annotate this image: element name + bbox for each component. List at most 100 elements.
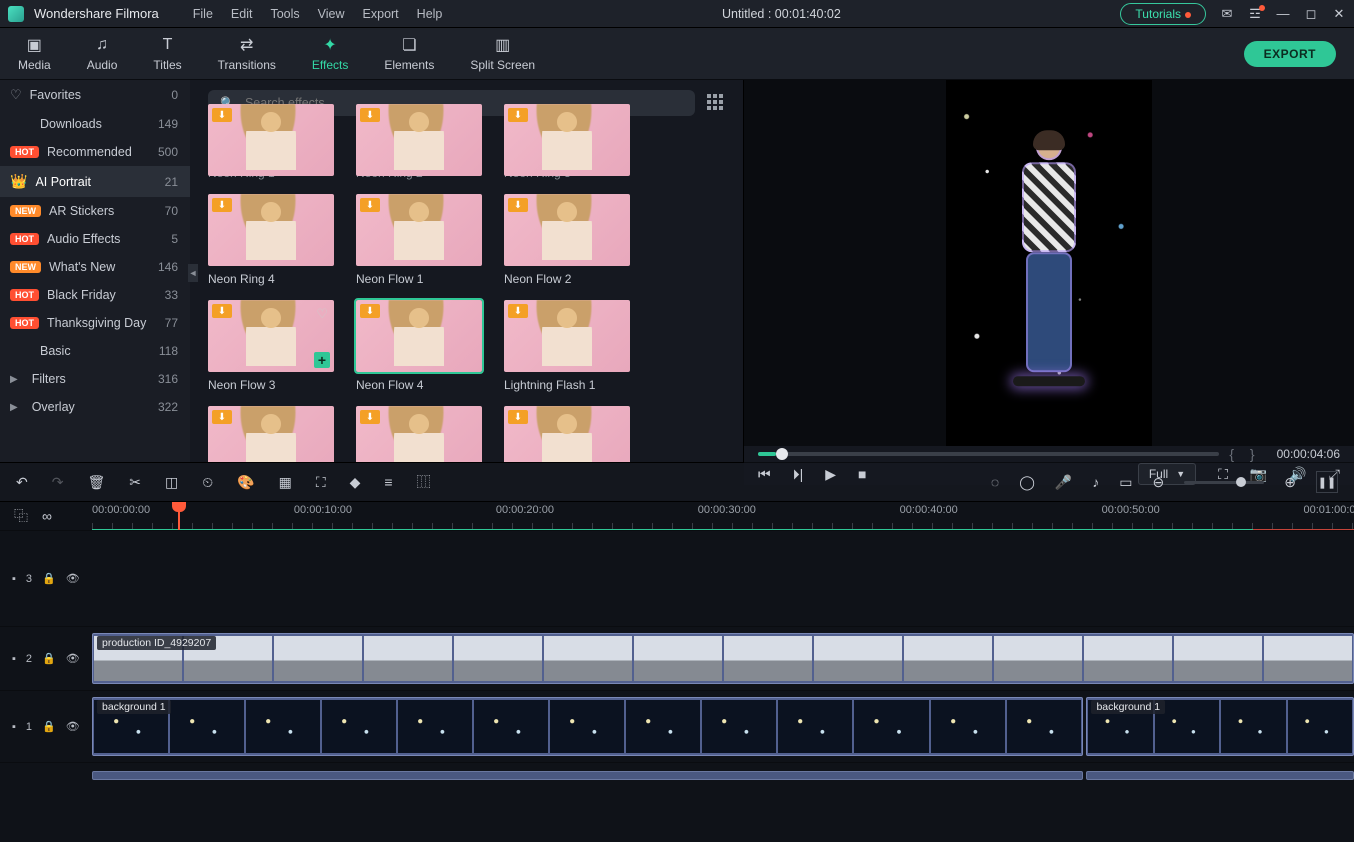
greenscreen-button[interactable]: ▦	[279, 474, 292, 491]
zoom-slider[interactable]	[1184, 481, 1264, 484]
menu-help[interactable]: Help	[417, 7, 443, 21]
timeline-tracks[interactable]: production ID_4929207 ✦ background 1 bac…	[92, 530, 1354, 842]
sidebar-item-ar-stickers[interactable]: NEWAR Stickers70	[0, 197, 190, 225]
effect-thumbnail[interactable]: ⬇	[208, 104, 334, 176]
effect-thumbnail[interactable]: ⬇	[356, 406, 482, 462]
seek-bar[interactable]	[758, 452, 1219, 456]
effect-lightning-flash-1[interactable]: ⬇Lightning Flash 1	[504, 300, 630, 392]
effects-category-sidebar[interactable]: ♡Favorites0Downloads149HOTRecommended500…	[0, 80, 190, 462]
step-back-button[interactable]: ⏮	[758, 466, 771, 483]
track-head-3[interactable]: ▪3🔒👁	[0, 530, 92, 626]
effect-neon-ring-3[interactable]: ⬇Neon Ring 3	[504, 104, 630, 180]
crop-button[interactable]: ◫	[165, 474, 178, 491]
eye-icon[interactable]: 👁	[66, 572, 80, 585]
effect-thumbnail[interactable]: ⬇	[356, 104, 482, 176]
tab-effects[interactable]: ✦Effects	[312, 36, 348, 72]
clip-background-1b[interactable]: background 1	[1086, 697, 1354, 756]
render-pause-button[interactable]: ❚❚	[1316, 471, 1338, 493]
sidebar-item-overlay[interactable]: ▶Overlay322	[0, 393, 190, 421]
playhead[interactable]	[178, 502, 180, 530]
speed-button[interactable]: ⏲	[202, 474, 213, 491]
window-maximize-icon[interactable]: ◻	[1304, 7, 1318, 21]
effect-lightning-flash-2[interactable]: ⬇Lightning Flash 2	[208, 406, 334, 462]
track-head-audio[interactable]	[0, 762, 92, 788]
effect-thumbnail[interactable]: ⬇	[504, 194, 630, 266]
effect-thumbnail[interactable]: ⬇	[356, 194, 482, 266]
tab-media[interactable]: ▣Media	[18, 36, 51, 72]
effect-lightning-flash-3[interactable]: ⬇Lightning Flash 3	[356, 406, 482, 462]
mark-in-out-icon[interactable]: { }	[1229, 446, 1260, 462]
effect-neon-flow-1[interactable]: ⬇Neon Flow 1	[356, 194, 482, 286]
sidebar-collapse-handle[interactable]: ◄	[188, 264, 198, 282]
window-minimize-icon[interactable]: ―	[1276, 7, 1290, 21]
zoom-in-button[interactable]: ⊕	[1284, 474, 1296, 491]
track-head-2[interactable]: ▪2🔒👁	[0, 626, 92, 690]
keyframe-button[interactable]: ◆	[350, 474, 361, 491]
effect-thumbnail[interactable]: ⬇	[504, 406, 630, 462]
adjust-button[interactable]: ≡	[384, 474, 392, 490]
effect-neon-ring-2[interactable]: ⬇Neon Ring 2	[356, 104, 482, 180]
lock-icon[interactable]: 🔒	[42, 652, 56, 665]
preview-canvas[interactable]	[744, 80, 1354, 446]
eye-icon[interactable]: 👁	[66, 720, 80, 733]
audio-clip-b[interactable]	[1086, 771, 1354, 780]
menu-edit[interactable]: Edit	[231, 7, 253, 21]
eye-icon[interactable]: 👁	[66, 652, 80, 665]
delete-button[interactable]: 🗑	[87, 474, 105, 491]
menu-file[interactable]: File	[193, 7, 213, 21]
tab-titles[interactable]: TTitles	[153, 36, 181, 72]
undo-button[interactable]: ↶	[16, 474, 28, 491]
audio-clip-a[interactable]	[92, 771, 1083, 780]
sidebar-item-thanksgiving-day[interactable]: HOTThanksgiving Day77	[0, 309, 190, 337]
aspect-button[interactable]: ▭	[1119, 474, 1132, 491]
menu-view[interactable]: View	[318, 7, 345, 21]
effect-lightning-flash-4[interactable]: ⬇Lightning Flash 4	[504, 406, 630, 462]
tab-split-screen[interactable]: ▥Split Screen	[470, 36, 535, 72]
tasks-icon[interactable]: ☲	[1248, 7, 1262, 21]
split-button[interactable]: ✂	[129, 474, 141, 491]
link-tracks-icon[interactable]: ∞	[42, 508, 52, 524]
effect-neon-flow-2[interactable]: ⬇Neon Flow 2	[504, 194, 630, 286]
lock-icon[interactable]: 🔒	[42, 572, 56, 585]
sidebar-item-downloads[interactable]: Downloads149	[0, 110, 190, 138]
frame-forward-button[interactable]: ⏵|	[793, 466, 804, 483]
effects-grid[interactable]: ⬇Neon Ring 1 ⬇Neon Ring 2 ⬇Neon Ring 3 ⬇Neo…	[208, 104, 725, 462]
tutorials-button[interactable]: Tutorials	[1120, 3, 1206, 25]
tab-elements[interactable]: ❏Elements	[384, 36, 434, 72]
sidebar-item-favorites[interactable]: ♡Favorites0	[0, 80, 190, 110]
effect-neon-flow-4[interactable]: ⬇Neon Flow 4	[356, 300, 482, 392]
effect-thumbnail[interactable]: ⬇	[208, 194, 334, 266]
marker-button[interactable]: ◯	[1019, 474, 1035, 491]
effect-thumbnail[interactable]: ⬇	[208, 406, 334, 462]
audio-wave-button[interactable]: ⿲	[417, 472, 431, 492]
zoom-out-button[interactable]: ⊖	[1153, 474, 1165, 491]
favorite-icon[interactable]: ♡	[316, 306, 328, 322]
window-close-icon[interactable]: ✕	[1332, 7, 1346, 21]
inbox-icon[interactable]: ✉	[1220, 7, 1234, 21]
sidebar-item-filters[interactable]: ▶Filters316	[0, 365, 190, 393]
sidebar-item-basic[interactable]: Basic118	[0, 337, 190, 365]
sidebar-item-black-friday[interactable]: HOTBlack Friday33	[0, 281, 190, 309]
lock-icon[interactable]: 🔒	[42, 720, 56, 733]
effect-thumbnail[interactable]: ⬇	[356, 300, 482, 372]
redo-button[interactable]: ↷	[52, 474, 64, 491]
clip-background-1a[interactable]: background 1	[92, 697, 1083, 756]
stop-button[interactable]: ■	[858, 466, 866, 482]
render-button[interactable]: ◌	[991, 474, 999, 490]
sidebar-item-recommended[interactable]: HOTRecommended500	[0, 138, 190, 166]
effect-neon-flow-3[interactable]: ⬇♡+Neon Flow 3	[208, 300, 334, 392]
voiceover-button[interactable]: 🎤	[1055, 474, 1072, 491]
menu-export[interactable]: Export	[363, 7, 399, 21]
timeline-ruler[interactable]: 00:00:00:0000:00:10:0000:00:20:0000:00:3…	[92, 502, 1354, 530]
sidebar-item-what-s-new[interactable]: NEWWhat's New146	[0, 253, 190, 281]
sidebar-item-ai-portrait[interactable]: 👑AI Portrait21	[0, 166, 190, 197]
audio-mixer-button[interactable]: ♪	[1092, 474, 1099, 490]
clip-production[interactable]: production ID_4929207 ✦	[92, 633, 1354, 684]
motion-button[interactable]: ⛶	[316, 474, 326, 491]
effect-thumbnail[interactable]: ⬇♡+	[208, 300, 334, 372]
effect-neon-ring-4[interactable]: ⬇Neon Ring 4	[208, 194, 334, 286]
track-head-1[interactable]: ▪1🔒👁	[0, 690, 92, 762]
sidebar-item-audio-effects[interactable]: HOTAudio Effects5	[0, 225, 190, 253]
effect-neon-ring-1[interactable]: ⬇Neon Ring 1	[208, 104, 334, 180]
add-effect-button[interactable]: +	[314, 352, 330, 368]
